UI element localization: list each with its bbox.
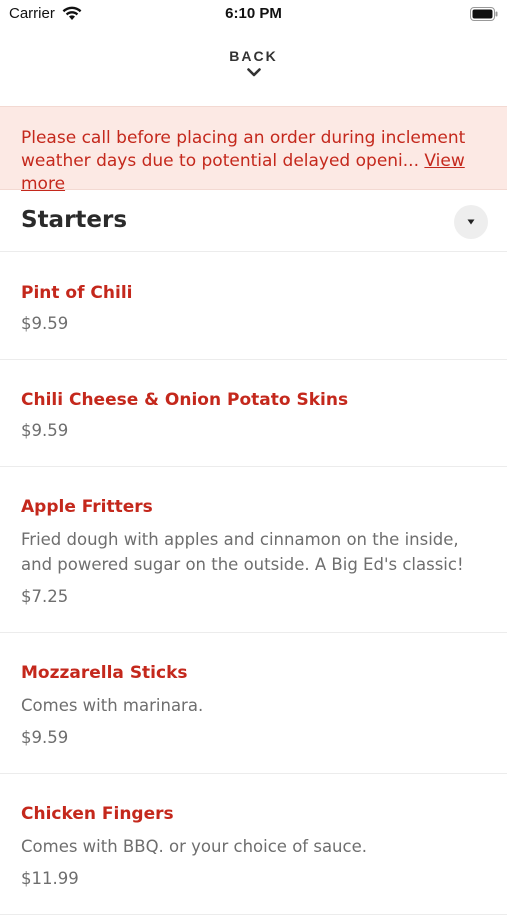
item-description: Fried dough with apples and cinnamon on … bbox=[21, 530, 464, 574]
menu-item[interactable]: Apple Fritters Fried dough with apples a… bbox=[0, 467, 507, 633]
item-price: $9.59 bbox=[21, 314, 69, 333]
back-button[interactable]: BACK bbox=[0, 48, 507, 77]
item-name: Chili Cheese & Onion Potato Skins bbox=[21, 390, 349, 410]
section-header[interactable]: Starters bbox=[0, 190, 507, 252]
item-price: $9.59 bbox=[21, 421, 69, 440]
battery-icon bbox=[470, 7, 498, 26]
item-price: $11.99 bbox=[21, 869, 79, 888]
item-name: Apple Fritters bbox=[21, 497, 153, 517]
section-toggle-button[interactable] bbox=[454, 205, 488, 239]
menu-item[interactable]: Mozzarella Sticks Comes with marinara. $… bbox=[0, 633, 507, 774]
section-title: Starters bbox=[21, 207, 128, 233]
notice-banner: Please call before placing an order duri… bbox=[0, 106, 507, 194]
item-description: Comes with marinara. bbox=[21, 696, 204, 715]
menu-item[interactable]: Chili Cheese & Onion Potato Skins $9.59 bbox=[0, 360, 507, 467]
menu-list: Pint of Chili $9.59 Chili Cheese & Onion… bbox=[0, 253, 507, 915]
back-label: BACK bbox=[229, 48, 278, 64]
item-name: Mozzarella Sticks bbox=[21, 663, 188, 683]
status-bar: Carrier 6:10 PM bbox=[0, 0, 507, 30]
chevron-down-icon bbox=[246, 68, 261, 77]
menu-item[interactable]: Pint of Chili $9.59 bbox=[0, 253, 507, 360]
status-time: 6:10 PM bbox=[225, 5, 282, 22]
menu-item[interactable]: Chicken Fingers Comes with BBQ. or your … bbox=[0, 774, 507, 915]
item-name: Chicken Fingers bbox=[21, 804, 174, 824]
item-description: Comes with BBQ. or your choice of sauce. bbox=[21, 837, 367, 856]
caret-down-icon bbox=[467, 219, 475, 225]
item-name: Pint of Chili bbox=[21, 283, 133, 303]
item-price: $9.59 bbox=[21, 728, 69, 747]
banner-text: Please call before placing an order duri… bbox=[21, 128, 466, 171]
item-price: $7.25 bbox=[21, 587, 69, 606]
